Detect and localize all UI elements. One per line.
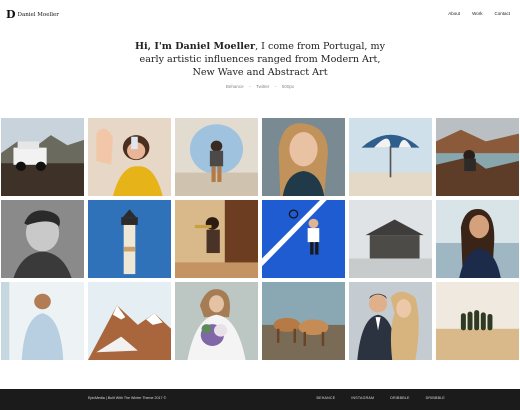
girl-phone-photo[interactable] — [88, 118, 171, 196]
site-logo[interactable]: D Daniel Moeller — [6, 9, 59, 20]
woman-beach-photo[interactable] — [436, 200, 519, 278]
separator: – — [248, 84, 252, 89]
footer-links: BEHANCE INSTAGRAM DRIBBBLE DRIBBBLE — [317, 396, 445, 400]
500px-link[interactable]: 500px — [282, 84, 294, 89]
site-header: D Daniel Moeller About Work Contact — [0, 0, 520, 30]
footer-behance-link[interactable]: BEHANCE — [317, 396, 336, 400]
blonde-woman-photo[interactable] — [262, 118, 345, 196]
man-portrait-photo[interactable] — [1, 200, 84, 278]
footer-dribbble-link[interactable]: DRIBBBLE — [390, 396, 409, 400]
nav-work-link[interactable]: Work — [472, 11, 482, 16]
photo-gallery — [1, 118, 519, 360]
trumpet-player-photo[interactable] — [175, 200, 258, 278]
wooden-cabin-photo[interactable] — [349, 200, 432, 278]
horses-photo[interactable] — [262, 282, 345, 360]
footer-copyright: EpicMedia | Built With The Winter Theme … — [88, 396, 167, 400]
logo-mark: D — [6, 8, 16, 21]
social-links: Behance – Twitter –500px — [0, 84, 520, 89]
jeep-desert-photo[interactable] — [1, 118, 84, 196]
main-nav: About Work Contact — [448, 11, 510, 16]
intro-section: Hi, I'm Daniel Moeller, I come from Port… — [0, 40, 520, 79]
lighthouse-photo[interactable] — [88, 200, 171, 278]
man-circle-photo[interactable] — [175, 118, 258, 196]
behance-link[interactable]: Behance — [226, 84, 244, 89]
beach-umbrella-photo[interactable] — [349, 118, 432, 196]
logo-text: Daniel Moeller — [17, 11, 59, 18]
intro-greeting: Hi, I'm Daniel Moeller — [134, 41, 256, 52]
intro-text: Hi, I'm Daniel Moeller, I come from Port… — [130, 40, 390, 79]
twitter-link[interactable]: Twitter — [256, 84, 269, 89]
tennis-player-photo[interactable] — [262, 200, 345, 278]
nav-about-link[interactable]: About — [448, 11, 460, 16]
bride-bouquet-photo[interactable] — [175, 282, 258, 360]
footer-instagram-link[interactable]: INSTAGRAM — [351, 396, 374, 400]
snowy-mountain-photo[interactable] — [88, 282, 171, 360]
site-footer: EpicMedia | Built With The Winter Theme … — [0, 389, 520, 410]
woman-back-photo[interactable] — [1, 282, 84, 360]
nav-contact-link[interactable]: Contact — [494, 11, 510, 16]
footer-dribbble-link-2[interactable]: DRIBBBLE — [426, 396, 445, 400]
cliff-sitting-photo[interactable] — [436, 118, 519, 196]
cypress-trees-photo[interactable] — [436, 282, 519, 360]
wedding-couple-photo[interactable] — [349, 282, 432, 360]
separator: – — [274, 84, 277, 89]
